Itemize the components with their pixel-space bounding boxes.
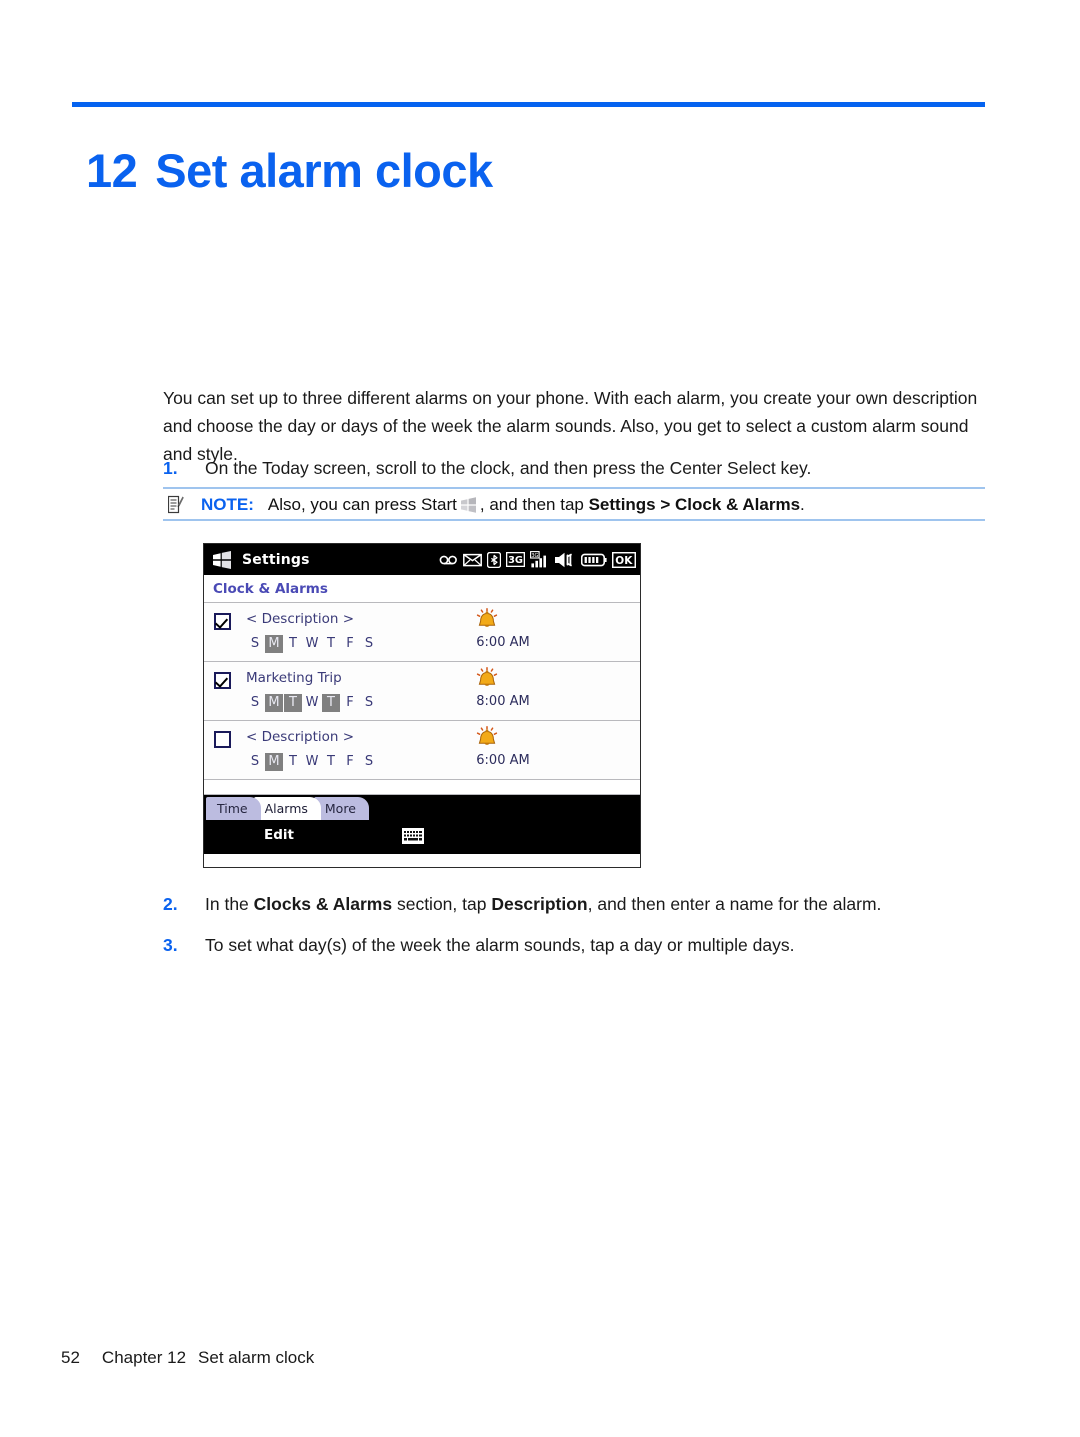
note-text-after: .: [800, 495, 805, 514]
chapter-rule: [72, 102, 985, 107]
device-screenshot: Settings 3G 3G OK Clock & Alarms < Descr…: [203, 543, 641, 868]
svg-text:3G: 3G: [531, 553, 538, 559]
alarm-row[interactable]: Marketing Trip S M T W T F S 8:00 AM: [204, 662, 640, 721]
step-2-text: In the Clocks & Alarms section, tap Desc…: [205, 891, 983, 917]
day-mon[interactable]: M: [265, 753, 283, 771]
day-sat[interactable]: S: [360, 694, 378, 712]
keyboard-icon[interactable]: [402, 828, 424, 844]
alarm-row[interactable]: < Description > S M T W T F S 6:00 AM: [204, 721, 640, 780]
day-mon[interactable]: M: [265, 694, 283, 712]
svg-text:OK: OK: [615, 555, 633, 567]
step-1: 1. On the Today screen, scroll to the cl…: [163, 455, 983, 481]
day-sat[interactable]: S: [360, 753, 378, 771]
step-3-text: To set what day(s) of the week the alarm…: [205, 935, 795, 955]
day-wed[interactable]: W: [303, 753, 321, 771]
day-fri[interactable]: F: [341, 694, 359, 712]
windows-start-icon[interactable]: [212, 550, 232, 569]
chapter-number: 12: [86, 144, 138, 198]
day-tue[interactable]: T: [284, 694, 302, 712]
device-title-text: Settings: [242, 551, 310, 568]
alarm-list: < Description > S M T W T F S 6:00 AM Ma…: [204, 603, 640, 780]
day-wed[interactable]: W: [303, 635, 321, 653]
day-wed[interactable]: W: [303, 694, 321, 712]
alarm-description[interactable]: < Description >: [246, 729, 354, 745]
note-row: NOTE: Also, you can press Start , and the…: [201, 494, 805, 516]
step-2-bold-2: Description: [491, 894, 588, 914]
svg-text:3G: 3G: [508, 555, 523, 566]
note-callout: NOTE: Also, you can press Start , and the…: [163, 487, 985, 521]
page-footer: 52 Chapter 12 Set alarm clock: [61, 1348, 314, 1368]
note-label: NOTE:: [201, 495, 254, 514]
note-text-mid: , and then tap: [479, 495, 589, 514]
day-thu[interactable]: T: [322, 635, 340, 653]
footer-page-number: 52: [61, 1348, 80, 1367]
day-thu[interactable]: T: [322, 753, 340, 771]
day-fri[interactable]: F: [341, 753, 359, 771]
speaker-icon: [555, 552, 573, 567]
note-pencil-icon: [168, 495, 184, 514]
alarm-description[interactable]: Marketing Trip: [246, 670, 342, 686]
alarm-day-selector[interactable]: S M T W T F S: [246, 753, 378, 771]
day-sun[interactable]: S: [246, 694, 264, 712]
windows-start-icon: [460, 497, 476, 513]
footer-chapter-label: Chapter 12: [101, 1348, 187, 1367]
battery-icon: [581, 553, 607, 566]
device-tab-bar: Time Alarms More: [204, 795, 640, 820]
step-2-text-mid: section, tap: [392, 894, 492, 914]
device-page-header-text: Clock & Alarms: [213, 580, 328, 597]
alarm-bell-icon: [476, 667, 498, 686]
tab-more[interactable]: More: [313, 797, 369, 820]
device-command-bar: Edit: [204, 820, 640, 854]
alarm-enabled-checkbox[interactable]: [214, 731, 231, 748]
device-titlebar: Settings 3G 3G OK: [204, 544, 640, 575]
alarm-time[interactable]: 6:00 AM: [458, 753, 548, 768]
note-text-before: Also, you can press Start: [267, 495, 457, 514]
status-icon-tray: 3G 3G OK: [439, 544, 636, 575]
bluetooth-icon: [487, 551, 501, 568]
alarm-enabled-checkbox[interactable]: [214, 672, 231, 689]
page-title: 12 Set alarm clock: [86, 143, 986, 198]
day-fri[interactable]: F: [341, 635, 359, 653]
day-tue[interactable]: T: [284, 635, 302, 653]
alarm-bell-icon: [476, 726, 498, 745]
day-sun[interactable]: S: [246, 753, 264, 771]
footer-chapter-title: Set alarm clock: [198, 1348, 315, 1367]
envelope-icon: [463, 553, 482, 566]
step-1-text: On the Today screen, scroll to the clock…: [205, 458, 812, 478]
alarm-day-selector[interactable]: S M T W T F S: [246, 694, 378, 712]
day-mon[interactable]: M: [265, 635, 283, 653]
tab-time[interactable]: Time: [206, 797, 261, 820]
step-2: 2. In the Clocks & Alarms section, tap D…: [163, 891, 983, 917]
step-2-number: 2.: [163, 894, 178, 914]
chapter-title-text: Set alarm clock: [155, 144, 493, 198]
tab-alarms[interactable]: Alarms: [253, 797, 321, 820]
signal-bars-icon: 3G: [530, 551, 546, 568]
day-tue[interactable]: T: [284, 753, 302, 771]
alarm-row[interactable]: < Description > S M T W T F S 6:00 AM: [204, 603, 640, 662]
step-3-number: 3.: [163, 935, 178, 955]
ok-button[interactable]: OK: [612, 551, 636, 568]
step-2-text-after: , and then enter a name for the alarm.: [587, 894, 882, 914]
step-3: 3. To set what day(s) of the week the al…: [163, 932, 983, 958]
day-thu[interactable]: T: [322, 694, 340, 712]
note-bold-path: Settings > Clock & Alarms: [588, 495, 801, 514]
note-rule-top: [163, 487, 985, 489]
day-sun[interactable]: S: [246, 635, 264, 653]
alarm-time[interactable]: 6:00 AM: [458, 635, 548, 650]
alarm-description[interactable]: < Description >: [246, 611, 354, 627]
alarm-day-selector[interactable]: S M T W T F S: [246, 635, 378, 653]
alarm-enabled-checkbox[interactable]: [214, 613, 231, 630]
edit-softkey[interactable]: Edit: [264, 827, 294, 843]
step-2-bold-1: Clocks & Alarms: [253, 894, 393, 914]
voicemail-icon: [439, 555, 457, 565]
alarm-time[interactable]: 8:00 AM: [458, 694, 548, 709]
note-rule-bottom: [163, 519, 985, 521]
device-page-header: Clock & Alarms: [204, 575, 640, 603]
list-spacer: [204, 780, 640, 795]
alarm-bell-icon: [476, 608, 498, 627]
day-sat[interactable]: S: [360, 635, 378, 653]
step-2-text-before: In the: [205, 894, 254, 914]
3g-icon: 3G: [506, 552, 525, 567]
step-1-number: 1.: [163, 458, 178, 478]
